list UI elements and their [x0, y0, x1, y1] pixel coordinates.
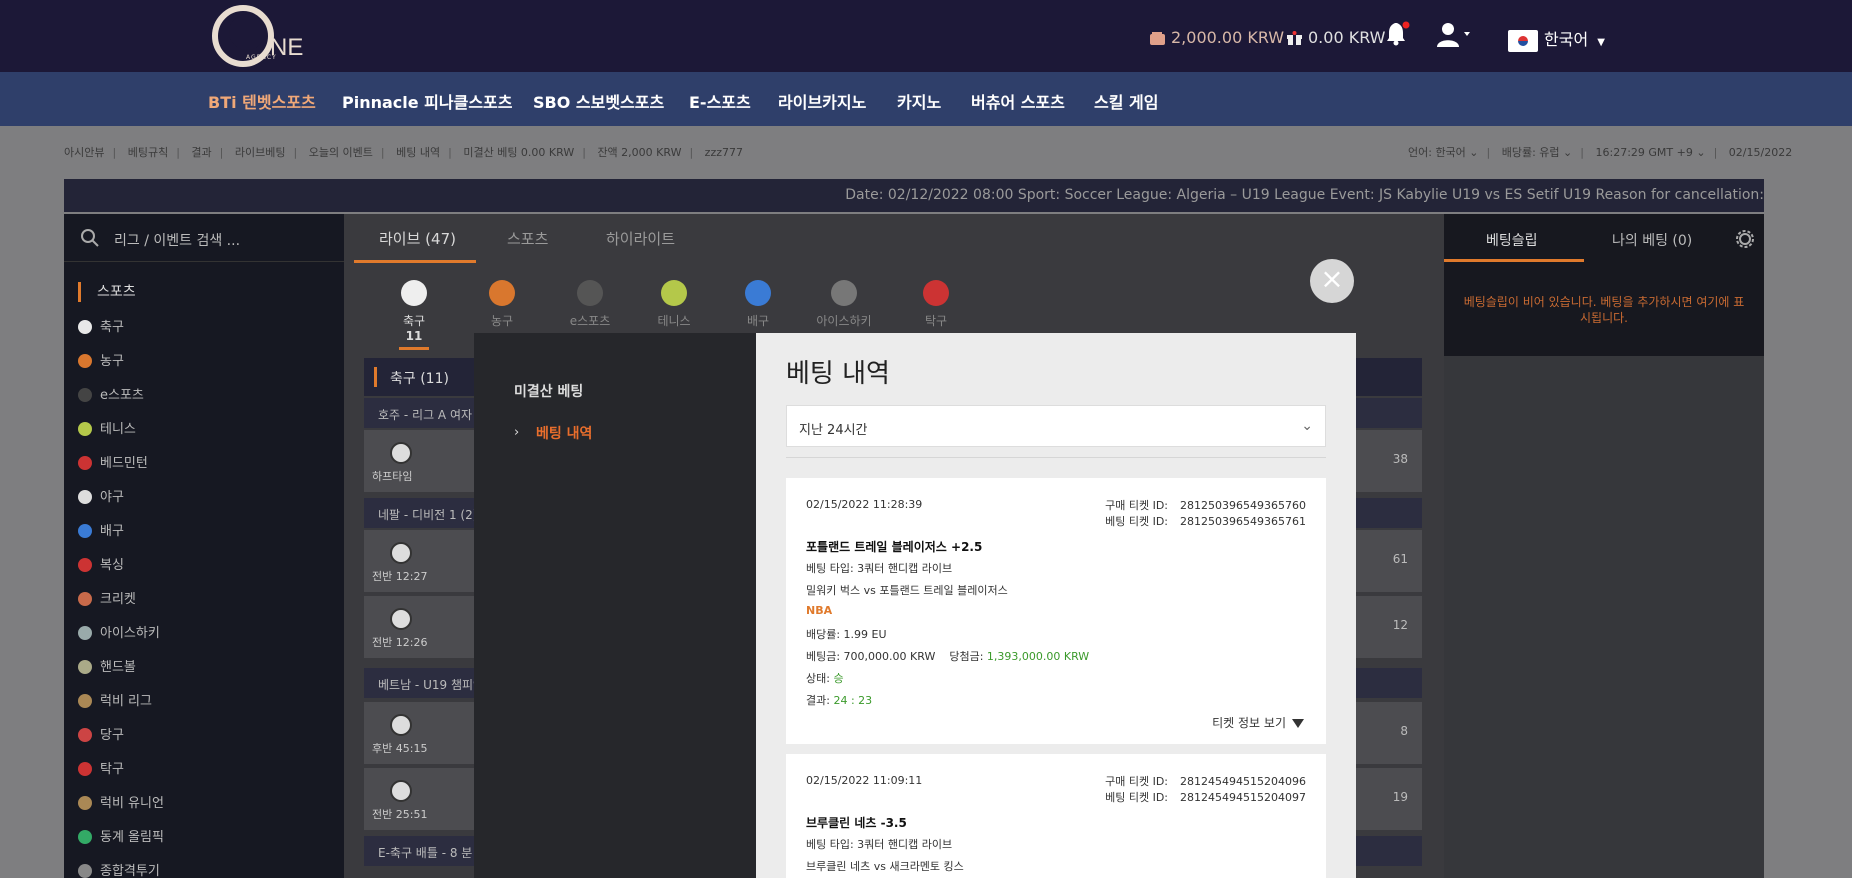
nav-skill-game[interactable]: 스킬 게임: [1094, 89, 1158, 113]
buy-ticket-id: 281245494515204096: [1180, 775, 1306, 788]
gift-icon: [1287, 30, 1302, 49]
ticket-selection: 포틀랜드 트레일 블레이저스 +2.5: [806, 540, 983, 554]
ticket-status: 상태: 승: [806, 672, 844, 685]
close-icon: ×: [1320, 262, 1344, 295]
ticket-bet-type: 베팅 타입: 3쿼터 핸디캡 라이브: [806, 562, 953, 575]
modal-content: 베팅 내역 지난 24시간 ⌄ 02/15/2022 11:28:39 구매 티…: [756, 333, 1356, 878]
ticket-odds: 배당률: 1.99 EU: [806, 628, 887, 641]
chevron-down-icon: ⌄: [1301, 418, 1313, 434]
user-icon[interactable]: [1436, 22, 1476, 48]
close-button[interactable]: ×: [1310, 259, 1354, 303]
nav-bti[interactable]: BTi 텐벳스포츠: [208, 89, 316, 113]
ticket-ids: 구매 티켓 ID: 281250396549365760 베팅 티켓 ID: 281…: [1105, 499, 1306, 528]
ticket-event: 브루클린 네츠 vs 새크라멘토 킹스: [806, 860, 964, 873]
ticket-selection: 브루클린 네츠 -3.5: [806, 816, 907, 830]
ticket-card: 02/15/2022 11:09:11 구매 티켓 ID: 28124549451…: [786, 754, 1326, 878]
nav-casino[interactable]: 카지노: [897, 89, 941, 113]
nav-esports[interactable]: E-스포츠: [689, 89, 751, 113]
ticket-info-toggle[interactable]: 티켓 정보 보기: [1212, 714, 1304, 731]
bonus-amount: 0.00 KRW: [1308, 28, 1386, 47]
chevron-down-icon: ▼: [1597, 37, 1605, 48]
nav-virtual-sports[interactable]: 버츄어 스포츠: [971, 89, 1065, 113]
main-nav: BTi 텐벳스포츠 Pinnacle 피나클스포츠 SBO 스보벳스포츠 E-스…: [0, 72, 1852, 126]
modal-menu: 미결산 베팅 › 베팅 내역: [474, 333, 756, 878]
korea-flag-icon: [1508, 29, 1538, 52]
chevron-right-icon: ›: [514, 425, 520, 440]
top-header: NE AGENCY 2,000.00 KRW 0.00 KRW 한국어 ▼: [0, 0, 1852, 72]
menu-pending-bets[interactable]: 미결산 베팅: [514, 381, 583, 401]
bonus-display[interactable]: 0.00 KRW: [1287, 28, 1386, 49]
ticket-result: 결과: 24 : 23: [806, 694, 873, 707]
modal-title: 베팅 내역: [786, 359, 890, 389]
ticket-bet-type: 베팅 타입: 3쿼터 핸디캡 라이브: [806, 838, 953, 851]
logo-subtext: AGENCY: [246, 54, 277, 61]
language-selector[interactable]: 한국어 ▼: [1508, 26, 1605, 52]
nav-pinnacle[interactable]: Pinnacle 피나클스포츠: [342, 89, 513, 113]
ticket-date: 02/15/2022 11:28:39: [806, 498, 923, 511]
bet-ticket-id: 281250396549365761: [1180, 515, 1306, 528]
balance-amount: 2,000.00 KRW: [1171, 28, 1285, 47]
menu-bet-history[interactable]: 베팅 내역: [536, 423, 592, 443]
balance-display[interactable]: 2,000.00 KRW: [1150, 28, 1284, 49]
triangle-down-icon: [1292, 719, 1304, 728]
ticket-stake-win: 베팅금: 700,000.00 KRW 당첨금: 1,393,000.00 KR…: [806, 650, 1090, 663]
ticket-league: NBA: [806, 604, 833, 617]
nav-sbo[interactable]: SBO 스보벳스포츠: [533, 89, 664, 113]
period-select[interactable]: 지난 24시간 ⌄: [786, 405, 1326, 447]
ticket-ids: 구매 티켓 ID: 281245494515204096 베팅 티켓 ID: 281…: [1105, 775, 1306, 804]
wallet-icon: [1150, 30, 1165, 49]
bet-history-modal: 미결산 베팅 › 베팅 내역 베팅 내역 지난 24시간 ⌄ 02/15/202…: [474, 333, 1356, 878]
period-value: 지난 24시간: [799, 423, 868, 438]
ticket-win-amount: 1,393,000.00 KRW: [986, 650, 1090, 663]
ticket-card: 02/15/2022 11:28:39 구매 티켓 ID: 28125039654…: [786, 478, 1326, 744]
bell-icon[interactable]: [1384, 20, 1410, 46]
nav-live-casino[interactable]: 라이브카지노: [778, 89, 866, 113]
buy-ticket-id: 281250396549365760: [1180, 499, 1306, 512]
bet-ticket-id: 281245494515204097: [1180, 791, 1306, 804]
language-label: 한국어: [1544, 30, 1589, 49]
ticket-date: 02/15/2022 11:09:11: [806, 774, 923, 787]
ticket-event: 밀워키 벅스 vs 포틀랜드 트레일 블레이저스: [806, 584, 1008, 597]
divider: [786, 457, 1326, 458]
